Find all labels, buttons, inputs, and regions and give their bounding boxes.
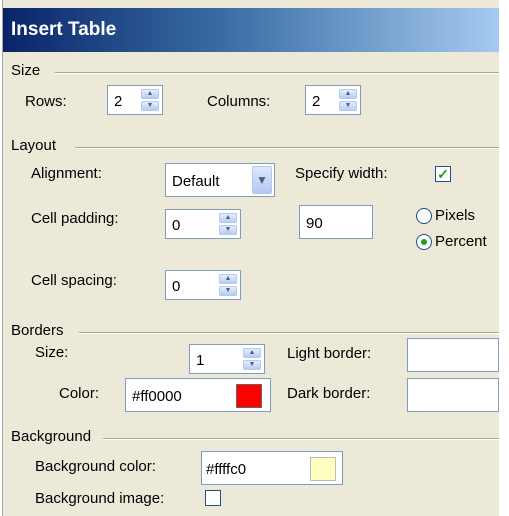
dark-border-label: Dark border: — [287, 385, 371, 402]
cell-padding-value: 0 — [172, 217, 181, 234]
background-image-label: Background image: — [35, 490, 165, 507]
border-size-spinner[interactable]: 1 ▲ ▼ — [189, 344, 265, 374]
cell-spacing-up-arrow-icon[interactable]: ▲ — [219, 274, 237, 284]
cell-spacing-down-arrow-icon[interactable]: ▼ — [219, 286, 237, 296]
rows-spin-buttons: ▲ ▼ — [141, 89, 159, 111]
alignment-label: Alignment: — [31, 165, 102, 182]
border-size-label: Size: — [35, 344, 69, 361]
columns-spinner[interactable]: 2 ▲ ▼ — [305, 85, 361, 115]
cell-padding-spinner[interactable]: 0 ▲ ▼ — [165, 209, 241, 239]
rows-down-arrow-icon[interactable]: ▼ — [141, 101, 159, 111]
border-color-label: Color: — [59, 385, 100, 402]
cell-padding-label: Cell padding: — [31, 210, 119, 227]
columns-down-arrow-icon[interactable]: ▼ — [339, 101, 357, 111]
cell-spacing-label: Cell spacing: — [31, 272, 117, 289]
percent-radio-dot — [421, 239, 427, 245]
layout-section-heading: Layout — [11, 137, 57, 154]
cell-padding-spin-buttons: ▲ ▼ — [219, 213, 237, 235]
columns-up-arrow-icon[interactable]: ▲ — [339, 89, 357, 99]
borders-divider — [79, 332, 499, 334]
cell-spacing-spin-buttons: ▲ ▼ — [219, 274, 237, 296]
specify-width-label: Specify width: — [295, 165, 388, 182]
rows-up-arrow-icon[interactable]: ▲ — [141, 89, 159, 99]
border-size-spin-buttons: ▲ ▼ — [243, 348, 261, 370]
background-color-swatch[interactable] — [310, 457, 336, 481]
checkmark-icon: ✓ — [437, 166, 449, 182]
light-border-label: Light border: — [287, 345, 372, 362]
dialog-title: Insert Table — [11, 19, 117, 40]
rows-spinner[interactable]: 2 ▲ ▼ — [107, 85, 163, 115]
cell-padding-down-arrow-icon[interactable]: ▼ — [219, 225, 237, 235]
alignment-select[interactable]: Default ▼ — [165, 163, 275, 197]
chevron-down-icon[interactable]: ▼ — [252, 166, 272, 194]
specify-width-checkbox[interactable]: ✓ — [435, 166, 451, 182]
dark-border-field[interactable] — [407, 378, 499, 412]
background-image-checkbox[interactable] — [205, 490, 221, 506]
percent-label: Percent — [435, 233, 487, 250]
rows-value: 2 — [114, 93, 123, 110]
borders-section-heading: Borders — [11, 322, 64, 339]
width-input[interactable]: 90 — [299, 205, 373, 239]
border-size-value: 1 — [196, 352, 205, 369]
size-section-heading: Size — [11, 62, 41, 79]
background-section-heading: Background — [11, 428, 92, 445]
rows-label: Rows: — [25, 93, 67, 110]
border-color-field[interactable]: #ff0000 — [125, 378, 271, 412]
layout-divider — [75, 147, 499, 149]
border-size-up-arrow-icon[interactable]: ▲ — [243, 348, 261, 358]
border-size-down-arrow-icon[interactable]: ▼ — [243, 360, 261, 370]
insert-table-dialog: Insert Table Size Rows: 2 ▲ ▼ Columns: 2… — [2, 0, 499, 516]
pixels-radio[interactable] — [416, 208, 432, 224]
title-bar[interactable]: Insert Table — [3, 8, 499, 52]
background-divider — [103, 438, 499, 440]
columns-spin-buttons: ▲ ▼ — [339, 89, 357, 111]
cell-padding-up-arrow-icon[interactable]: ▲ — [219, 213, 237, 223]
background-color-value: #ffffc0 — [206, 461, 247, 478]
columns-label: Columns: — [207, 93, 271, 110]
columns-value: 2 — [312, 93, 321, 110]
percent-radio[interactable] — [416, 234, 432, 250]
size-divider — [55, 72, 499, 74]
background-color-field[interactable]: #ffffc0 — [201, 451, 343, 485]
border-color-swatch[interactable] — [236, 384, 262, 408]
border-color-value: #ff0000 — [132, 388, 182, 405]
cell-spacing-spinner[interactable]: 0 ▲ ▼ — [165, 270, 241, 300]
light-border-field[interactable] — [407, 338, 499, 372]
background-color-label: Background color: — [35, 458, 156, 475]
alignment-value: Default — [172, 173, 220, 190]
pixels-label: Pixels — [435, 207, 476, 224]
width-value: 90 — [306, 215, 323, 232]
cell-spacing-value: 0 — [172, 278, 181, 295]
